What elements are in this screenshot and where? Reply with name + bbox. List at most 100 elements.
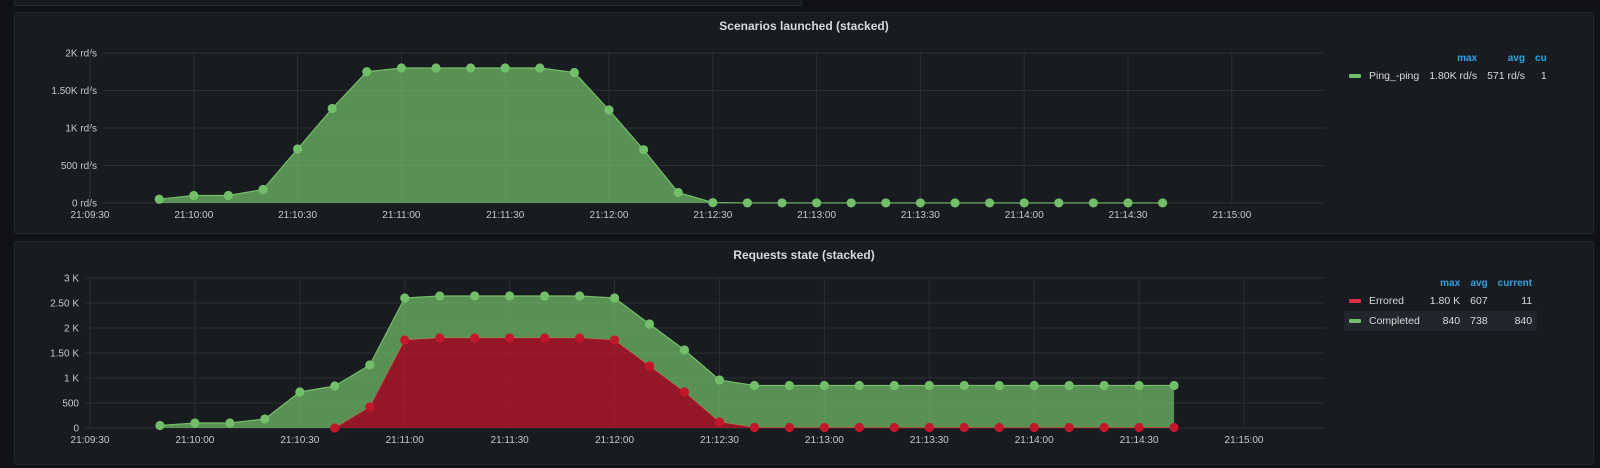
data-point (330, 381, 340, 391)
data-point (644, 361, 655, 371)
y-tick-label: 3 K (64, 274, 79, 285)
data-point (293, 144, 303, 154)
x-tick-label: 21:10:00 (175, 435, 214, 446)
data-point (679, 387, 690, 397)
legend-row-completed[interactable]: Completed 840 738 840 (1344, 311, 1538, 331)
legend-current: 1 (1540, 70, 1547, 82)
data-point (1158, 198, 1168, 208)
x-tick-label: 21:11:30 (486, 210, 525, 221)
data-point (470, 333, 480, 343)
x-tick-label: 21:13:00 (805, 435, 844, 446)
data-point (295, 387, 305, 397)
data-point (505, 333, 515, 343)
x-tick-label: 21:14:30 (1109, 210, 1148, 221)
legend-current: 840 (1492, 311, 1538, 331)
data-point (1169, 422, 1179, 433)
data-point (500, 63, 510, 73)
data-point (1123, 198, 1133, 208)
legend-max: 1.80K rd/s (1429, 70, 1478, 82)
data-point (365, 402, 375, 412)
legend-series-name[interactable]: Completed (1369, 315, 1420, 327)
data-point (924, 422, 934, 433)
data-point (784, 380, 795, 391)
x-tick-label: 21:13:30 (910, 435, 949, 446)
x-tick-label: 21:10:00 (174, 210, 213, 221)
data-point (190, 418, 200, 428)
data-point (819, 380, 829, 391)
legend-header-max[interactable]: max (1424, 51, 1482, 66)
x-tick-label: 21:14:00 (1005, 210, 1044, 221)
legend-avg: 571 rd/s (1487, 70, 1526, 82)
data-point (189, 190, 199, 201)
data-point (950, 198, 960, 208)
legend-header-max[interactable]: max (1425, 276, 1465, 291)
legend-series-name[interactable]: Ping_-ping (1369, 70, 1419, 82)
data-point (889, 422, 899, 433)
data-point (1134, 380, 1144, 391)
legend-row-errored[interactable]: Errored 1.80 K 607 11 (1344, 291, 1537, 311)
data-point (258, 184, 268, 195)
data-point (846, 198, 856, 208)
data-point (400, 293, 410, 303)
x-tick-label: 21:14:00 (1015, 435, 1054, 446)
data-point (609, 293, 620, 303)
data-point (431, 63, 441, 73)
series-color-swatch[interactable] (1349, 299, 1361, 304)
data-point (994, 422, 1004, 433)
x-tick-label: 21:11:00 (382, 210, 421, 221)
legend-header-current[interactable]: cu (1530, 51, 1552, 66)
data-point (714, 375, 725, 385)
data-point (1029, 422, 1039, 433)
data-point (915, 198, 926, 208)
x-tick-label: 21:15:00 (1212, 210, 1251, 221)
legend-series-name[interactable]: Errored (1369, 295, 1404, 307)
legend-max: 1.80 K (1429, 295, 1461, 307)
legend-header-avg[interactable]: avg (1482, 51, 1530, 66)
legend-avg: 607 (1470, 295, 1488, 307)
data-point (435, 333, 445, 343)
data-point (777, 198, 787, 208)
data-point (535, 63, 545, 73)
requests-chart[interactable]: 0 500 1 K 1.50 K 2 K 2.50 K 3 K 21:09:30 21:10:0… (15, 242, 1345, 466)
y-tick-label: 2K rd/s (65, 49, 97, 60)
data-point (1064, 380, 1074, 391)
data-point (1099, 380, 1109, 391)
data-point (466, 63, 476, 73)
legend-header-avg[interactable]: avg (1465, 276, 1493, 291)
data-point (742, 198, 753, 208)
scenarios-legend: max avg cu Ping_-ping 1.80K rd/s 571 rd/… (1344, 51, 1552, 86)
legend-header-current[interactable]: current (1493, 276, 1537, 291)
data-point (223, 190, 233, 201)
data-point (985, 198, 995, 208)
data-point (365, 360, 375, 370)
legend-avg: 738 (1465, 311, 1493, 331)
data-point (639, 145, 649, 155)
panel-scenarios-launched[interactable]: Scenarios launched (stacked) 0 rd/s 500 r… (14, 12, 1594, 234)
y-tick-label: 1.50 K (50, 349, 79, 360)
data-point (609, 335, 620, 345)
data-point (574, 291, 585, 301)
y-tick-label: 2 K (64, 324, 79, 335)
series-color-swatch[interactable] (1349, 319, 1361, 324)
data-point (569, 67, 580, 78)
legend-max: 840 (1424, 311, 1466, 331)
data-point (749, 422, 760, 433)
data-point (400, 335, 410, 345)
y-tick-label: 1 K (64, 374, 79, 385)
data-point (540, 291, 550, 301)
x-tick-label: 21:14:30 (1120, 435, 1159, 446)
data-point (154, 194, 164, 204)
data-point (673, 187, 683, 198)
data-point (959, 380, 969, 391)
x-tick-label: 21:13:00 (797, 210, 836, 221)
scenarios-chart[interactable]: 0 rd/s500 rd/s1K rd/s1.50K rd/s2K rd/s21… (15, 13, 1345, 235)
legend-current: 11 (1521, 295, 1533, 307)
x-tick-label: 21:12:00 (590, 210, 629, 221)
data-point (812, 198, 822, 208)
data-point (1099, 422, 1109, 433)
x-tick-label: 21:10:30 (280, 435, 319, 446)
data-point (854, 422, 864, 433)
legend-row[interactable]: Ping_-ping 1.80K rd/s 571 rd/s 1 (1344, 66, 1552, 86)
panel-requests-state[interactable]: Requests state (stacked) 0 500 1 K 1.50 K2 … (14, 241, 1594, 465)
series-color-swatch[interactable] (1349, 74, 1361, 79)
